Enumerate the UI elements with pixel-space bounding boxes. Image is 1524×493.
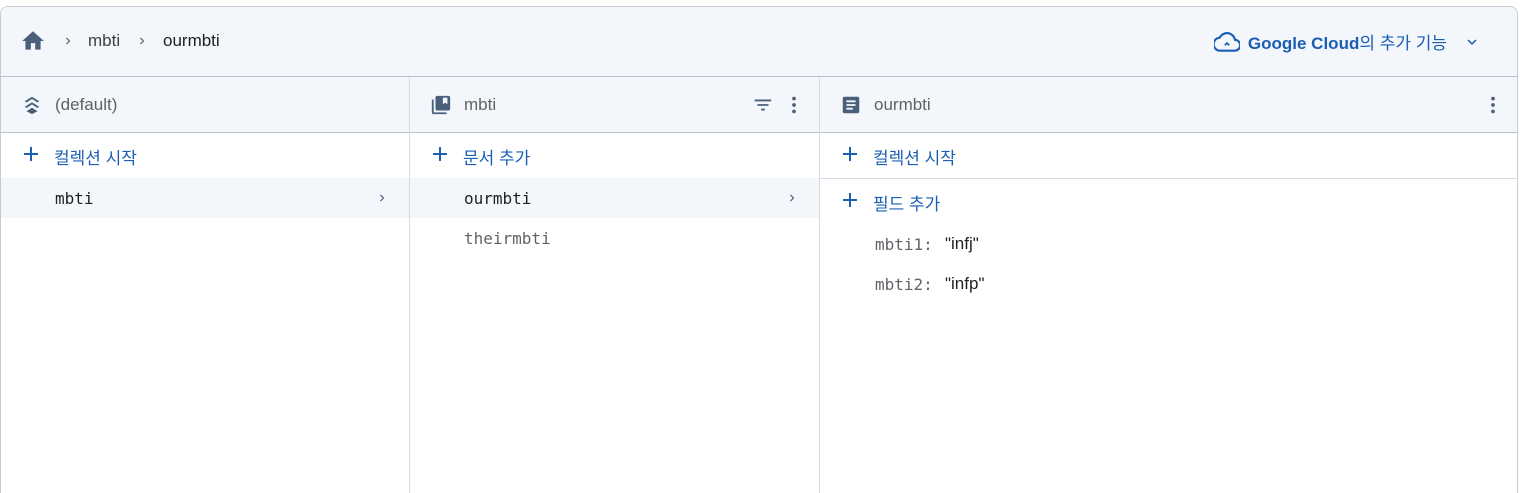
plus-icon bbox=[24, 147, 38, 161]
plus-icon bbox=[843, 147, 857, 161]
field-row-mbti1[interactable]: mbti1: "infj" bbox=[820, 224, 1517, 264]
add-document-label: 문서 추가 bbox=[463, 149, 531, 168]
chevron-right-icon bbox=[140, 37, 145, 45]
collection-column: mbti 문서 추가 ourmbti theirmbti bbox=[410, 77, 820, 493]
start-collection-label: 컬렉션 시작 bbox=[873, 149, 956, 168]
add-document-button[interactable]: 문서 추가 bbox=[410, 133, 819, 178]
collection-label: mbti bbox=[55, 189, 94, 208]
document-title: ourmbti bbox=[874, 95, 931, 114]
field-value: "infp" bbox=[945, 274, 985, 293]
start-subcollection-button[interactable]: 컬렉션 시작 bbox=[820, 133, 1517, 178]
breadcrumb-item-mbti[interactable]: mbti bbox=[88, 31, 120, 51]
collection-icon bbox=[431, 95, 451, 115]
google-cloud-extensions-button[interactable]: Google Cloud의 추가 기능 bbox=[1213, 29, 1481, 54]
chevron-right-icon bbox=[790, 194, 795, 202]
document-label: ourmbti bbox=[464, 189, 532, 208]
document-item-ourmbti[interactable]: ourmbti bbox=[410, 178, 819, 218]
collection-item-mbti[interactable]: mbti bbox=[1, 178, 409, 218]
google-cloud-label: Google Cloud의 추가 기능 bbox=[1247, 34, 1447, 53]
document-label: theirmbti bbox=[464, 229, 551, 248]
top-bar: mbti ourmbti Google Cloud의 추가 기능 bbox=[1, 7, 1517, 77]
start-collection-button[interactable]: 컬렉션 시작 bbox=[1, 133, 409, 178]
database-column: (default) 컬렉션 시작 mbti bbox=[1, 77, 410, 493]
document-icon bbox=[842, 96, 860, 114]
chevron-right-icon bbox=[380, 194, 385, 202]
filter-icon[interactable] bbox=[752, 94, 774, 116]
column-header: mbti bbox=[410, 77, 819, 133]
chevron-down-icon bbox=[1467, 38, 1477, 45]
column-header: ourmbti bbox=[820, 77, 1517, 133]
database-stack-icon bbox=[24, 96, 40, 115]
breadcrumb-item-ourmbti[interactable]: ourmbti bbox=[163, 31, 220, 51]
field-row-mbti2[interactable]: mbti2: "infp" bbox=[820, 264, 1517, 304]
add-field-label: 필드 추가 bbox=[873, 195, 941, 214]
more-vert-icon[interactable] bbox=[1482, 94, 1504, 116]
start-collection-label: 컬렉션 시작 bbox=[54, 149, 137, 168]
field-key: mbti1: bbox=[875, 235, 933, 254]
plus-icon bbox=[843, 193, 857, 207]
document-column: ourmbti 컬렉션 시작 필드 추가 mbti1: "infj" mbti2… bbox=[820, 77, 1517, 493]
database-title: (default) bbox=[55, 95, 118, 114]
firestore-panel: mbti ourmbti Google Cloud의 추가 기능 (defaul… bbox=[0, 6, 1518, 493]
collection-title: mbti bbox=[464, 95, 497, 114]
field-key: mbti2: bbox=[875, 275, 933, 294]
cloud-icon bbox=[1213, 31, 1240, 52]
field-value: "infj" bbox=[945, 234, 979, 253]
plus-icon bbox=[433, 147, 447, 161]
home-icon[interactable] bbox=[20, 28, 46, 54]
column-header: (default) bbox=[1, 77, 409, 133]
chevron-right-icon bbox=[66, 37, 71, 45]
add-field-button[interactable]: 필드 추가 bbox=[820, 179, 1517, 224]
more-vert-icon[interactable] bbox=[783, 94, 805, 116]
document-item-theirmbti[interactable]: theirmbti bbox=[410, 218, 819, 258]
